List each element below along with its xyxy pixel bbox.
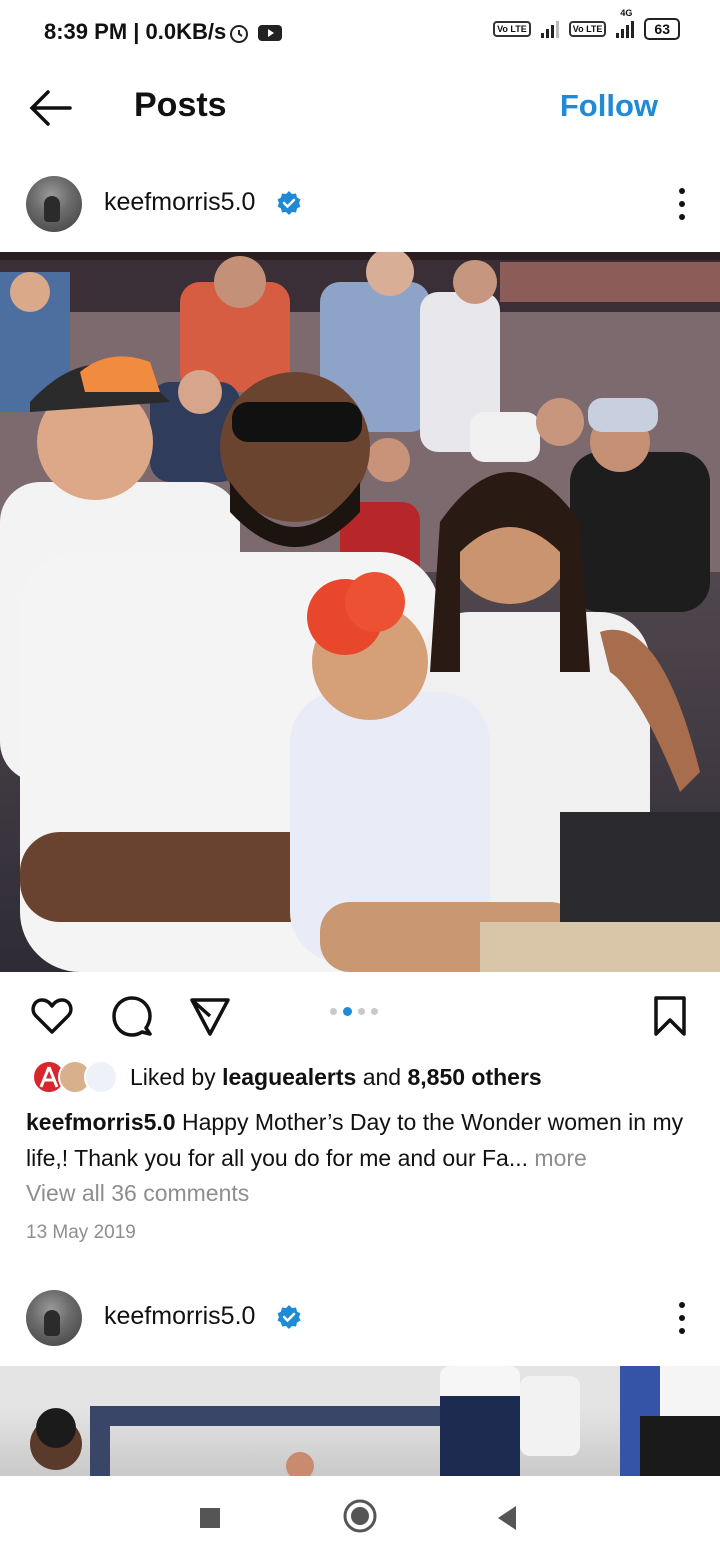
volte-badge-1: Vo LTE xyxy=(493,21,531,37)
carousel-dot xyxy=(371,1008,378,1015)
post-username[interactable]: keefmorris5.0 xyxy=(104,1302,255,1331)
circle-icon[interactable] xyxy=(342,1498,378,1534)
send-icon[interactable] xyxy=(188,994,232,1038)
comment-icon[interactable] xyxy=(110,994,154,1038)
alarm-icon xyxy=(230,25,248,43)
next-post-header: keefmorris5.0 xyxy=(0,1278,720,1358)
liked-by-text: Liked by leaguealerts and 8,850 others xyxy=(130,1064,542,1091)
avatar[interactable] xyxy=(26,176,82,232)
post-image[interactable] xyxy=(0,252,720,972)
triangle-back-icon[interactable] xyxy=(496,1504,520,1532)
follow-button[interactable]: Follow xyxy=(560,88,658,124)
verified-badge-icon xyxy=(277,191,301,215)
more-vertical-icon[interactable] xyxy=(676,186,688,222)
post-actions xyxy=(0,984,720,1048)
volte-badge-2: Vo LTE xyxy=(568,21,607,37)
verified-badge-icon xyxy=(277,1305,301,1329)
video-icon xyxy=(258,25,282,41)
top-bar: Posts Follow xyxy=(0,66,720,150)
liked-by-middle: and xyxy=(356,1064,408,1090)
status-time: 8:39 PM | 0.0KB/s xyxy=(44,19,227,44)
battery-indicator: 63 xyxy=(644,18,680,40)
likes-count[interactable]: 8,850 others xyxy=(407,1064,541,1090)
post-date: 13 May 2019 xyxy=(26,1222,136,1243)
caption-ellipsis: ... xyxy=(508,1145,529,1171)
next-post-image-illustration xyxy=(0,1366,720,1476)
status-indicators: Vo LTE Vo LTE 4G 63 xyxy=(493,8,680,40)
post-header: keefmorris5.0 xyxy=(0,164,720,244)
avatar[interactable] xyxy=(26,1290,82,1346)
carousel-dot xyxy=(358,1008,365,1015)
heart-icon[interactable] xyxy=(30,994,74,1038)
carousel-dot-active xyxy=(343,1007,352,1016)
liked-by-prefix: Liked by xyxy=(130,1064,223,1090)
square-icon[interactable] xyxy=(198,1506,222,1530)
page-title: Posts xyxy=(134,86,227,124)
status-bar: 8:39 PM | 0.0KB/s Vo LTE Vo LTE 4G 63 xyxy=(0,0,720,66)
liker-avatar-3 xyxy=(84,1060,118,1094)
signal-icon-1 xyxy=(540,20,559,38)
post-username[interactable]: keefmorris5.0 xyxy=(104,188,255,217)
next-post-image[interactable] xyxy=(0,1366,720,1476)
carousel-dot xyxy=(330,1008,337,1015)
caption-more-link[interactable]: more xyxy=(528,1145,586,1171)
system-nav-bar xyxy=(0,1476,720,1560)
liked-by-user[interactable]: leaguealerts xyxy=(222,1064,356,1090)
view-comments-link[interactable]: View all 36 comments xyxy=(26,1180,249,1207)
likes-row[interactable]: Liked by leaguealerts and 8,850 others xyxy=(0,1056,720,1098)
network-type: 4G xyxy=(620,8,633,18)
arrow-left-icon[interactable] xyxy=(26,86,74,130)
caption-username[interactable]: keefmorris5.0 xyxy=(26,1109,176,1135)
post-caption: keefmorris5.0 Happy Mother’s Day to the … xyxy=(26,1104,696,1176)
signal-icon-2: 4G xyxy=(616,8,635,38)
more-vertical-icon[interactable] xyxy=(676,1300,688,1336)
carousel-indicator xyxy=(330,1007,378,1016)
bookmark-icon[interactable] xyxy=(648,994,692,1038)
post-image-illustration xyxy=(0,252,720,972)
